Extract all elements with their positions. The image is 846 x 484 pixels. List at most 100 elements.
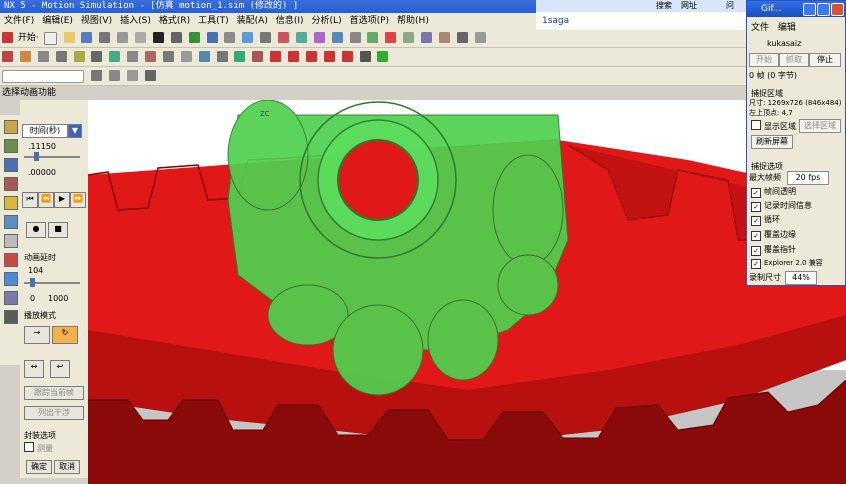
measure-icon[interactable]: [438, 32, 450, 43]
graphics-viewport[interactable]: ZC: [88, 100, 846, 484]
role-icon[interactable]: [4, 253, 18, 267]
play-back-icon[interactable]: [288, 51, 299, 62]
solver-icon[interactable]: [180, 51, 192, 62]
solution-icon[interactable]: [198, 51, 210, 62]
chevron-down-icon[interactable]: ▼: [68, 124, 82, 138]
selection-filter-dropdown[interactable]: [2, 70, 84, 83]
part-navigator-icon[interactable]: [4, 139, 18, 153]
capture-button[interactable]: 抓取: [779, 53, 809, 67]
cancel-button[interactable]: 取消: [54, 460, 80, 474]
delete-icon[interactable]: [152, 32, 164, 43]
motion-navigator-icon[interactable]: [4, 177, 18, 191]
torque-icon[interactable]: [162, 51, 174, 62]
menu-item[interactable]: 编辑(E): [38, 13, 77, 29]
pointer-icon[interactable]: [126, 70, 138, 81]
delay-slider[interactable]: [24, 278, 80, 287]
loop-icon[interactable]: ↻: [52, 326, 78, 344]
cover-pointer-checkbox[interactable]: ✓: [751, 246, 761, 256]
force-icon[interactable]: [145, 51, 156, 62]
trace-icon[interactable]: [234, 51, 246, 62]
close-icon[interactable]: [831, 3, 844, 16]
select-area-button[interactable]: 选择区域: [799, 119, 841, 133]
gear-icon[interactable]: [2, 32, 13, 43]
loop-checkbox[interactable]: ✓: [751, 216, 761, 226]
reverse-icon[interactable]: ↩: [50, 360, 70, 378]
history-palette-icon[interactable]: [4, 234, 18, 248]
menu-item[interactable]: 信息(I): [272, 13, 308, 29]
process-studio-icon[interactable]: [4, 310, 18, 324]
list-interference-button[interactable]: 列出干涉: [24, 406, 84, 420]
slider-thumb[interactable]: [30, 278, 35, 287]
frame-transparent-checkbox[interactable]: ✓: [751, 188, 761, 198]
layer-icon[interactable]: [313, 32, 325, 43]
max-fps-select[interactable]: 20 fps: [787, 171, 829, 185]
bushing-icon[interactable]: [73, 51, 85, 62]
select-icon[interactable]: [90, 70, 102, 81]
explorer-compat-checkbox[interactable]: ✓: [751, 259, 761, 269]
track-frame-button[interactable]: 跟踪当前帧: [24, 386, 84, 400]
play-icon[interactable]: [305, 51, 317, 62]
menu-item[interactable]: 文件(F): [0, 13, 38, 29]
time-unit-select[interactable]: 时间(秒): [22, 124, 68, 138]
show-area-checkbox[interactable]: [751, 120, 761, 130]
start-record-button[interactable]: 开始: [749, 53, 779, 67]
browser-search-button[interactable]: 搜索: [656, 0, 672, 12]
pan-icon[interactable]: [224, 32, 236, 43]
rotate-icon[interactable]: [242, 32, 254, 43]
play-last-icon[interactable]: [341, 51, 353, 62]
joint-icon[interactable]: [19, 51, 31, 62]
open-folder-icon[interactable]: [63, 32, 75, 43]
assembly-navigator-icon[interactable]: [4, 120, 18, 134]
play-once-icon[interactable]: →: [24, 326, 50, 344]
menu-item[interactable]: 装配(A): [233, 13, 272, 29]
cover-edge-checkbox[interactable]: ✓: [751, 231, 761, 241]
select-filter-icon[interactable]: [349, 32, 361, 43]
point-icon[interactable]: [385, 32, 397, 43]
render-style-icon[interactable]: [278, 32, 289, 43]
option-row[interactable]: ✓ Explorer 2.0 兼容: [751, 258, 823, 269]
save-icon[interactable]: [81, 32, 93, 43]
export-icon[interactable]: [377, 51, 389, 62]
bounce-icon[interactable]: ↔: [24, 360, 44, 378]
cut-icon[interactable]: [99, 32, 111, 43]
link-icon[interactable]: [2, 51, 13, 62]
copy-icon[interactable]: [117, 32, 129, 43]
stop-icon[interactable]: [359, 51, 371, 62]
show-area-option[interactable]: 显示区域: [751, 120, 796, 132]
refresh-icon[interactable]: [260, 32, 272, 43]
option-row[interactable]: ✓ 覆盖边缘: [751, 229, 796, 241]
spring-icon[interactable]: [37, 51, 49, 62]
maximize-icon[interactable]: [817, 3, 830, 16]
step-forward-icon[interactable]: ⏩: [70, 192, 86, 208]
stop-record-button[interactable]: 停止: [809, 53, 841, 67]
menu-item[interactable]: 工具(T): [194, 13, 233, 29]
minimize-icon[interactable]: [803, 3, 816, 16]
step-back-icon[interactable]: ⏪: [38, 192, 54, 208]
marker-icon[interactable]: [127, 51, 139, 62]
measure-option[interactable]: 测量: [24, 442, 53, 454]
system-materials-icon[interactable]: [4, 272, 18, 286]
start-button[interactable]: 开始·: [18, 33, 39, 43]
option-row[interactable]: ✓ 循环: [751, 214, 780, 226]
menu-item[interactable]: 视图(V): [77, 13, 116, 29]
interference-icon[interactable]: [216, 51, 228, 62]
menu-item[interactable]: 分析(L): [308, 13, 346, 29]
play-first-icon[interactable]: ⏮: [22, 192, 38, 208]
step-forward-icon[interactable]: [323, 51, 335, 62]
menu-item[interactable]: 帮助(H): [393, 13, 433, 29]
menu-item[interactable]: 插入(S): [116, 13, 155, 29]
snap-icon[interactable]: [367, 32, 379, 43]
play-icon[interactable]: ▶: [54, 192, 70, 208]
fit-view-icon[interactable]: [188, 32, 200, 43]
refresh-screen-button[interactable]: 刷新屏幕: [751, 135, 793, 149]
gear-coupler-icon[interactable]: [109, 51, 121, 62]
option-row[interactable]: ✓ 覆盖指针: [751, 244, 796, 256]
graph-icon[interactable]: [252, 51, 264, 62]
line-icon[interactable]: [403, 32, 415, 43]
time-slider[interactable]: [24, 152, 80, 161]
shaded-icon[interactable]: [295, 32, 307, 43]
gif-menu-file[interactable]: 文件: [751, 23, 769, 33]
play-first-icon[interactable]: [270, 51, 282, 62]
history-icon[interactable]: [4, 158, 18, 172]
record-time-checkbox[interactable]: ✓: [751, 202, 761, 212]
